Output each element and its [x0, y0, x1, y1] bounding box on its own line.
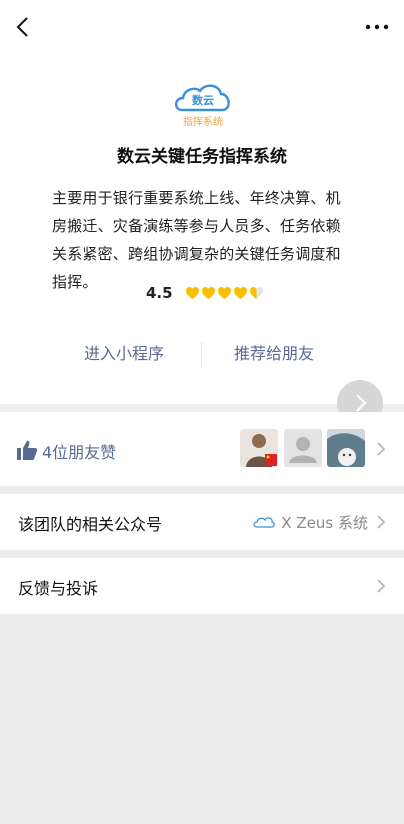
avatar[interactable] — [240, 429, 278, 467]
feedback-row[interactable]: 反馈与投诉 — [0, 558, 404, 614]
action-bar: 进入小程序 推荐给朋友 — [0, 340, 404, 370]
rating-heart-icon — [217, 287, 231, 299]
friends-like-row[interactable]: 4位朋友赞 — [0, 412, 404, 486]
public-account-name: X Zeus 系统 — [281, 514, 368, 532]
chevron-right-icon — [377, 515, 386, 529]
logo-subtext: 指挥系统 — [183, 117, 223, 128]
rating-heart-icon — [201, 287, 215, 299]
public-account-row[interactable]: 该团队的相关公众号 X Zeus 系统 — [0, 494, 404, 550]
recommend-to-friend-button[interactable]: 推荐给朋友 — [234, 340, 314, 364]
svg-text:数云: 数云 — [192, 93, 214, 107]
app-title: 数云关键任务指挥系统 — [117, 147, 287, 167]
friends-like-text: 4位朋友赞 — [42, 443, 117, 462]
open-mini-program-button[interactable]: 进入小程序 — [84, 340, 164, 364]
more-icon[interactable] — [364, 18, 390, 36]
public-account-value: X Zeus 系统 — [253, 512, 368, 533]
rating-hearts — [185, 286, 265, 300]
rating-heart-icon — [249, 287, 263, 299]
chevron-right-icon — [377, 442, 386, 456]
rating-heart-icon — [233, 287, 247, 299]
app-profile-card: 数云 指挥系统 数云关键任务指挥系统 主要用于银行重要系统上线、年终决算、机房搬… — [0, 0, 404, 404]
thumbs-up-icon — [17, 440, 38, 460]
chevron-right-icon — [377, 579, 386, 593]
avatar[interactable] — [327, 429, 365, 467]
public-account-label: 该团队的相关公众号 — [18, 515, 163, 534]
avatar[interactable] — [284, 429, 322, 467]
rating: 4.5 — [146, 282, 265, 304]
rating-value: 4.5 — [146, 284, 173, 302]
app-description: 主要用于银行重要系统上线、年终决算、机房搬迁、灾备演练等参与人员多、任务依赖关系… — [52, 189, 341, 291]
action-divider — [201, 342, 202, 366]
rating-heart-icon — [185, 287, 199, 299]
feedback-label: 反馈与投诉 — [18, 579, 99, 598]
public-account-logo-icon — [253, 516, 276, 528]
back-icon[interactable] — [12, 14, 34, 40]
